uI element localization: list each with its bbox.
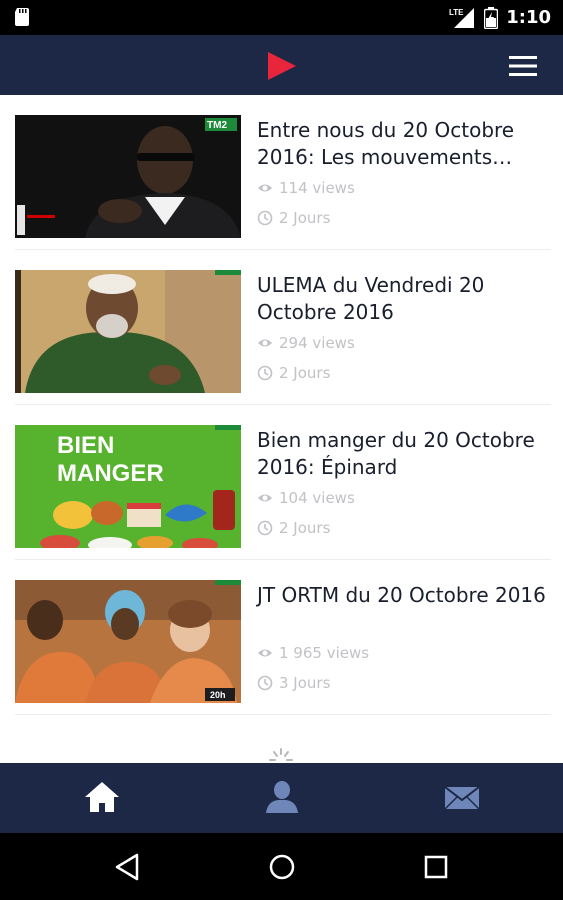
back-icon[interactable] xyxy=(113,851,145,883)
video-item[interactable]: 20h JT ORTM du 20 Octobre 2016 1 965 vie… xyxy=(0,560,563,715)
clock-icon xyxy=(257,365,273,381)
clock-icon xyxy=(257,675,273,691)
video-item[interactable]: ULEMA du Vendredi 20 Octobre 2016 294 vi… xyxy=(0,250,563,405)
video-title[interactable]: Bien manger du 20 Octobre 2016: Épinard xyxy=(257,427,552,481)
thumbnail-image: BIEN MANGER xyxy=(15,425,241,548)
svg-text:LTE: LTE xyxy=(449,8,464,17)
views-count: 294 views xyxy=(279,334,355,352)
hamburger-menu-icon[interactable] xyxy=(508,53,538,79)
views-row: 294 views xyxy=(257,334,355,352)
video-thumbnail[interactable] xyxy=(15,270,241,393)
divider xyxy=(15,714,551,715)
clock: 1:10 xyxy=(506,7,551,28)
views-row: 104 views xyxy=(257,489,355,507)
age-row: 2 Jours xyxy=(257,519,330,537)
eye-icon xyxy=(258,339,272,347)
thumbnail-image: 20h xyxy=(15,580,241,703)
home-circle-icon[interactable] xyxy=(266,851,298,883)
home-icon[interactable] xyxy=(82,777,122,817)
video-thumbnail[interactable]: BIEN MANGER xyxy=(15,425,241,548)
app-bar xyxy=(0,35,563,95)
clock-icon xyxy=(257,520,273,536)
status-bar: LTE 1:10 xyxy=(0,0,563,35)
views-row: 114 views xyxy=(257,179,355,197)
age-row: 2 Jours xyxy=(257,364,330,382)
play-logo-icon xyxy=(268,52,296,80)
thumbnail-image: TM2 xyxy=(15,115,241,238)
bottom-navigation xyxy=(0,763,563,833)
views-count: 1 965 views xyxy=(279,644,370,662)
sd-card-icon xyxy=(15,8,29,26)
recents-icon[interactable] xyxy=(420,851,452,883)
eye-icon xyxy=(258,184,272,192)
video-title[interactable]: Entre nous du 20 Octobre 2016: Les mouve… xyxy=(257,117,552,171)
video-item[interactable]: BIEN MANGER Bien manger du 20 Octobre 20… xyxy=(0,405,563,560)
views-count: 114 views xyxy=(279,179,355,197)
eye-icon xyxy=(258,649,272,657)
age-row: 2 Jours xyxy=(257,209,330,227)
video-age: 2 Jours xyxy=(279,209,331,227)
profile-icon[interactable] xyxy=(262,777,302,817)
video-age: 2 Jours xyxy=(279,364,331,382)
views-row: 1 965 views xyxy=(257,644,369,662)
clock-icon xyxy=(257,210,273,226)
system-navigation-bar xyxy=(0,833,563,900)
mail-icon[interactable] xyxy=(442,777,482,817)
views-count: 104 views xyxy=(279,489,355,507)
eye-icon xyxy=(258,494,272,502)
lte-signal-icon: LTE xyxy=(449,7,475,28)
video-list[interactable]: TM2 Entre nous du 20 Octobre 2016: Les m… xyxy=(0,95,563,763)
video-item[interactable]: TM2 Entre nous du 20 Octobre 2016: Les m… xyxy=(0,95,563,250)
video-thumbnail[interactable]: TM2 xyxy=(15,115,241,238)
age-row: 3 Jours xyxy=(257,674,330,692)
svg-text:BIEN: BIEN xyxy=(57,432,114,459)
video-title[interactable]: ULEMA du Vendredi 20 Octobre 2016 xyxy=(257,272,552,326)
svg-text:TM2: TM2 xyxy=(207,120,227,131)
battery-icon xyxy=(484,6,499,29)
video-age: 3 Jours xyxy=(279,674,331,692)
video-thumbnail[interactable]: 20h xyxy=(15,580,241,703)
svg-text:20h: 20h xyxy=(210,690,226,700)
video-age: 2 Jours xyxy=(279,519,331,537)
video-title[interactable]: JT ORTM du 20 Octobre 2016 xyxy=(257,582,552,609)
thumbnail-image xyxy=(15,270,241,393)
svg-text:MANGER: MANGER xyxy=(57,460,164,487)
